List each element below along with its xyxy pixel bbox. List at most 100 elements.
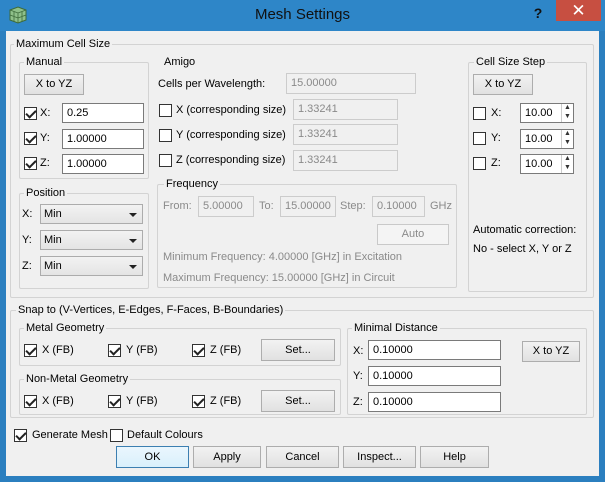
step-x-spinner[interactable]: ▲ ▼: [561, 104, 573, 122]
step-x-checkbox[interactable]: [473, 107, 486, 120]
freq-to-input[interactable]: 15.00000: [280, 196, 336, 217]
position-z-value: Min: [44, 260, 62, 272]
default-colours-label: Default Colours: [127, 429, 203, 441]
min-dist-x-input[interactable]: 0.10000: [368, 340, 501, 360]
metal-y-label: Y (FB): [126, 344, 158, 356]
nonmetal-geometry-title: Non-Metal Geometry: [24, 373, 131, 385]
manual-title: Manual: [24, 56, 65, 68]
auto-correction-title: Automatic correction:: [473, 224, 577, 236]
step-y-value: 10.00: [525, 133, 553, 145]
freq-auto-button[interactable]: Auto: [377, 224, 449, 245]
amigo-x-input[interactable]: 1.33241: [293, 99, 398, 120]
step-x-value: 10.00: [525, 107, 553, 119]
step-z-spinner[interactable]: ▲ ▼: [561, 155, 573, 173]
nonmetal-z-checkbox[interactable]: [192, 395, 205, 408]
close-button[interactable]: ✕: [556, 0, 601, 21]
freq-from-label: From:: [163, 200, 192, 212]
max-frequency-text: Maximum Frequency: 15.00000 [GHz] in Cir…: [163, 272, 395, 284]
nonmetal-x-checkbox[interactable]: [24, 395, 37, 408]
freq-unit-label: GHz: [430, 200, 452, 212]
nonmetal-set-button[interactable]: Set...: [261, 390, 335, 412]
help-title-button[interactable]: ?: [526, 2, 550, 24]
min-dist-y-input[interactable]: 0.10000: [368, 366, 501, 386]
inspect-button[interactable]: Inspect...: [343, 446, 416, 468]
position-y-select[interactable]: Min: [40, 230, 143, 250]
amigo-y-checkbox[interactable]: [159, 129, 172, 142]
min-dist-z-input[interactable]: 0.10000: [368, 392, 501, 412]
manual-y-input[interactable]: 1.00000: [62, 129, 144, 149]
step-y-checkbox[interactable]: [473, 132, 486, 145]
auto-correction-text: No - select X, Y or Z: [473, 243, 572, 255]
amigo-z-input[interactable]: 1.33241: [293, 150, 398, 171]
chevron-down-icon: [129, 213, 137, 217]
spin-up-icon[interactable]: ▲: [562, 104, 573, 112]
metal-z-checkbox[interactable]: [192, 344, 205, 357]
step-y-spinner[interactable]: ▲ ▼: [561, 130, 573, 148]
position-x-label: X:: [22, 208, 33, 220]
generate-mesh-label: Generate Mesh: [32, 429, 108, 441]
generate-mesh-checkbox[interactable]: [14, 429, 27, 442]
step-x-to-yz-button[interactable]: X to YZ: [473, 74, 533, 95]
cells-per-wavelength-input[interactable]: 15.00000: [286, 73, 416, 94]
min-dist-z-label: Z:: [353, 396, 363, 408]
title-bar[interactable]: Mesh Settings ? ✕: [0, 0, 605, 31]
metal-z-label: Z (FB): [210, 344, 242, 356]
position-y-label: Y:: [22, 234, 32, 246]
step-z-label: Z:: [491, 157, 501, 169]
metal-geometry-title: Metal Geometry: [24, 322, 107, 334]
manual-x-input[interactable]: 0.25: [62, 103, 144, 123]
step-y-input[interactable]: 10.00 ▲ ▼: [520, 129, 574, 149]
spin-down-icon[interactable]: ▼: [562, 164, 573, 172]
window-title: Mesh Settings: [254, 6, 351, 23]
metal-x-checkbox[interactable]: [24, 344, 37, 357]
amigo-z-checkbox[interactable]: [159, 154, 172, 167]
metal-set-button[interactable]: Set...: [261, 339, 335, 361]
manual-z-checkbox[interactable]: [24, 157, 37, 170]
amigo-x-label: X (corresponding size): [176, 104, 287, 116]
manual-x-label: X:: [40, 107, 51, 119]
window-frame: Mesh Settings ? ✕ Maximum Cell Size Manu…: [0, 0, 605, 482]
ok-button[interactable]: OK: [116, 446, 189, 468]
step-x-input[interactable]: 10.00 ▲ ▼: [520, 103, 574, 123]
cell-size-step-title: Cell Size Step: [474, 56, 548, 68]
snap-title: Snap to (V-Vertices, E-Edges, F-Faces, B…: [16, 304, 286, 316]
frequency-title: Frequency: [164, 178, 220, 190]
spin-up-icon[interactable]: ▲: [562, 130, 573, 138]
position-title: Position: [24, 187, 68, 199]
manual-y-label: Y:: [40, 132, 50, 144]
manual-y-checkbox[interactable]: [24, 132, 37, 145]
min-dist-x-to-yz-button[interactable]: X to YZ: [522, 341, 580, 362]
freq-step-input[interactable]: 0.10000: [372, 196, 425, 217]
manual-x-checkbox[interactable]: [24, 107, 37, 120]
step-z-input[interactable]: 10.00 ▲ ▼: [520, 154, 574, 174]
manual-x-to-yz-button[interactable]: X to YZ: [24, 74, 84, 95]
min-dist-y-label: Y:: [353, 370, 363, 382]
step-z-checkbox[interactable]: [473, 157, 486, 170]
min-frequency-text: Minimum Frequency: 4.00000 [GHz] in Exci…: [163, 251, 403, 263]
spin-down-icon[interactable]: ▼: [562, 113, 573, 121]
amigo-y-label: Y (corresponding size): [176, 129, 286, 141]
max-cell-size-title: Maximum Cell Size: [14, 38, 113, 50]
spin-down-icon[interactable]: ▼: [562, 139, 573, 147]
spin-up-icon[interactable]: ▲: [562, 155, 573, 163]
cells-per-wavelength-label: Cells per Wavelength:: [158, 78, 266, 90]
step-x-label: X:: [491, 107, 502, 119]
step-y-label: Y:: [491, 132, 501, 144]
freq-from-input[interactable]: 5.00000: [198, 196, 254, 217]
default-colours-checkbox[interactable]: [110, 429, 123, 442]
metal-x-label: X (FB): [42, 344, 74, 356]
apply-button[interactable]: Apply: [193, 446, 261, 468]
position-x-select[interactable]: Min: [40, 204, 143, 224]
cancel-button[interactable]: Cancel: [266, 446, 339, 468]
amigo-y-input[interactable]: 1.33241: [293, 124, 398, 145]
position-z-select[interactable]: Min: [40, 256, 143, 276]
amigo-x-checkbox[interactable]: [159, 104, 172, 117]
manual-z-input[interactable]: 1.00000: [62, 154, 144, 174]
amigo-title: Amigo: [164, 56, 196, 68]
metal-y-checkbox[interactable]: [108, 344, 121, 357]
minimal-distance-title: Minimal Distance: [352, 322, 440, 334]
chevron-down-icon: [129, 239, 137, 243]
freq-to-label: To:: [259, 200, 274, 212]
help-button[interactable]: Help: [420, 446, 489, 468]
nonmetal-y-checkbox[interactable]: [108, 395, 121, 408]
